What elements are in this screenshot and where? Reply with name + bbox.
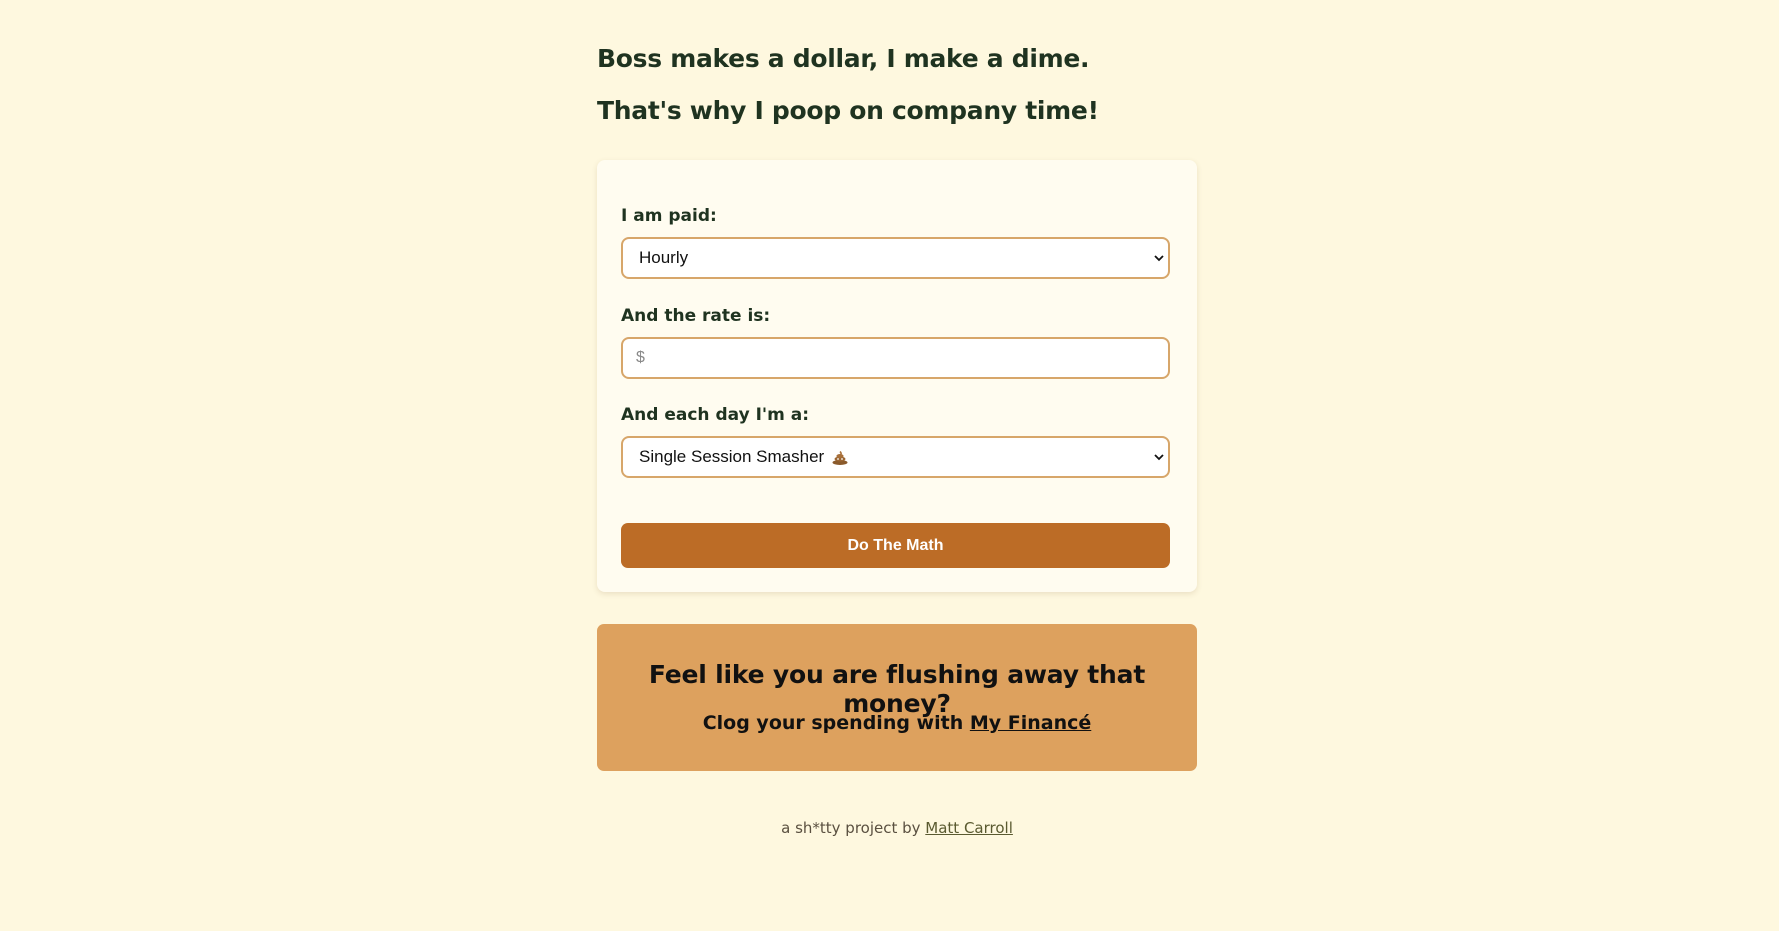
promo-subtitle-text: Clog your spending with <box>702 712 970 734</box>
footer: a sh*tty project by Matt Carroll <box>597 819 1197 837</box>
rate-input[interactable]: $ <box>621 337 1170 379</box>
calculator-form-card: I am paid: Hourly And the rate is: $ And… <box>597 160 1197 592</box>
pay-type-label: I am paid: <box>621 206 717 226</box>
promo-title: Feel like you are flushing away that mon… <box>648 660 1146 718</box>
author-link[interactable]: Matt Carroll <box>925 819 1013 837</box>
my-finance-link[interactable]: My Financé <box>970 712 1091 734</box>
do-the-math-button[interactable]: Do The Math <box>621 523 1170 568</box>
pay-type-value: Hourly <box>639 248 689 267</box>
rate-label: And the rate is: <box>621 306 771 326</box>
poop-emoji-icon <box>832 450 848 465</box>
daily-habit-label: And each day I'm a: <box>621 405 809 425</box>
chevron-down-icon <box>1154 251 1164 265</box>
footer-text: a sh*tty project by <box>781 819 926 837</box>
rate-placeholder: $ <box>636 349 645 366</box>
chevron-down-icon <box>1154 450 1164 464</box>
promo-banner: Feel like you are flushing away that mon… <box>597 624 1197 771</box>
daily-habit-select[interactable]: Single Session Smasher <box>621 436 1170 478</box>
headline-line-2: That's why I poop on company time! <box>597 96 1099 125</box>
promo-subtitle: Clog your spending with My Financé <box>597 712 1197 734</box>
headline-line-1: Boss makes a dollar, I make a dime. <box>597 44 1090 73</box>
daily-habit-value: Single Session Smasher <box>639 447 825 466</box>
pay-type-select[interactable]: Hourly <box>621 237 1170 279</box>
